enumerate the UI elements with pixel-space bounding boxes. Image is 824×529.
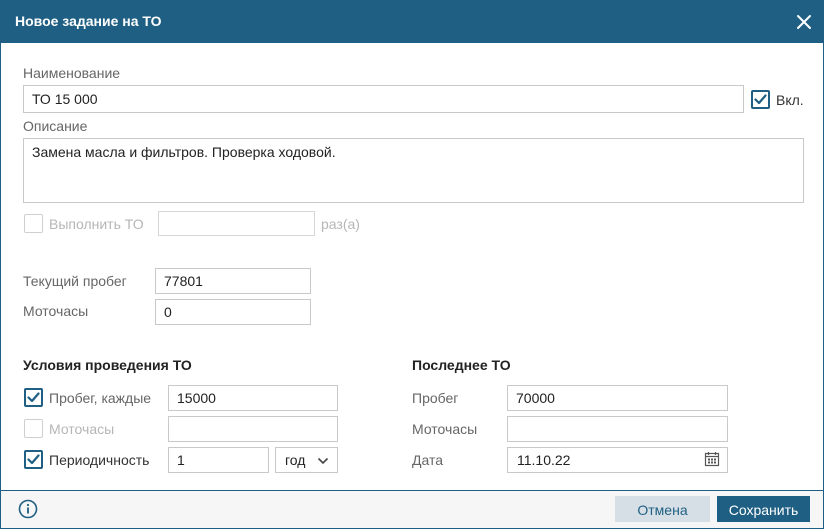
dialog-footer: Отмена Сохранить bbox=[1, 491, 823, 528]
condition-mileage-input[interactable] bbox=[168, 385, 338, 411]
last-date-value: 11.10.22 bbox=[517, 452, 571, 468]
condition-mileage-label: Пробег, каждые bbox=[49, 390, 152, 406]
last-motohours-input[interactable] bbox=[507, 416, 728, 442]
last-maintenance-heading: Последнее ТО bbox=[412, 357, 511, 373]
condition-period-input[interactable] bbox=[168, 447, 269, 473]
condition-period-label: Периодичность bbox=[49, 452, 150, 468]
condition-motohours-input[interactable] bbox=[168, 416, 338, 442]
last-date-field[interactable]: 11.10.22 bbox=[507, 447, 728, 473]
repeat-label: Выполнить ТО bbox=[49, 216, 144, 232]
description-textarea[interactable]: Замена масла и фильтров. Проверка ходово… bbox=[23, 138, 804, 203]
dialog-title: Новое задание на ТО bbox=[15, 13, 162, 29]
last-motohours-label: Моточасы bbox=[412, 421, 478, 437]
cancel-button[interactable]: Отмена bbox=[615, 496, 710, 522]
enabled-label: Вкл. bbox=[776, 92, 804, 108]
close-icon[interactable] bbox=[795, 13, 813, 31]
condition-motohours-checkbox[interactable] bbox=[24, 419, 43, 438]
condition-period-checkbox[interactable] bbox=[24, 450, 43, 469]
current-motohours-input[interactable] bbox=[155, 299, 311, 325]
condition-mileage-checkbox[interactable] bbox=[24, 388, 43, 407]
period-unit-select[interactable]: год bbox=[275, 447, 338, 473]
calendar-icon[interactable] bbox=[704, 451, 720, 470]
description-label: Описание bbox=[23, 118, 88, 134]
enabled-checkbox[interactable] bbox=[751, 90, 770, 109]
chevron-down-icon bbox=[317, 454, 329, 470]
save-button[interactable]: Сохранить bbox=[717, 496, 810, 522]
name-label: Наименование bbox=[23, 65, 121, 81]
period-unit-value: год bbox=[285, 452, 306, 468]
repeat-suffix: раз(а) bbox=[321, 216, 360, 232]
conditions-heading: Условия проведения ТО bbox=[23, 357, 192, 373]
last-date-label: Дата bbox=[412, 452, 444, 468]
current-mileage-input[interactable] bbox=[155, 268, 311, 294]
current-mileage-label: Текущий пробег bbox=[23, 273, 127, 289]
repeat-checkbox[interactable] bbox=[24, 214, 43, 233]
new-maintenance-task-dialog: Новое задание на ТО Наименование Вкл. Оп… bbox=[0, 0, 824, 529]
name-input[interactable] bbox=[23, 85, 744, 113]
last-mileage-input[interactable] bbox=[507, 385, 728, 411]
last-mileage-label: Пробег bbox=[412, 390, 459, 406]
repeat-count-input[interactable] bbox=[158, 211, 315, 236]
info-icon[interactable] bbox=[18, 499, 38, 522]
current-motohours-label: Моточасы bbox=[23, 303, 89, 319]
dialog-titlebar: Новое задание на ТО bbox=[1, 1, 823, 43]
condition-motohours-label: Моточасы bbox=[49, 421, 115, 437]
